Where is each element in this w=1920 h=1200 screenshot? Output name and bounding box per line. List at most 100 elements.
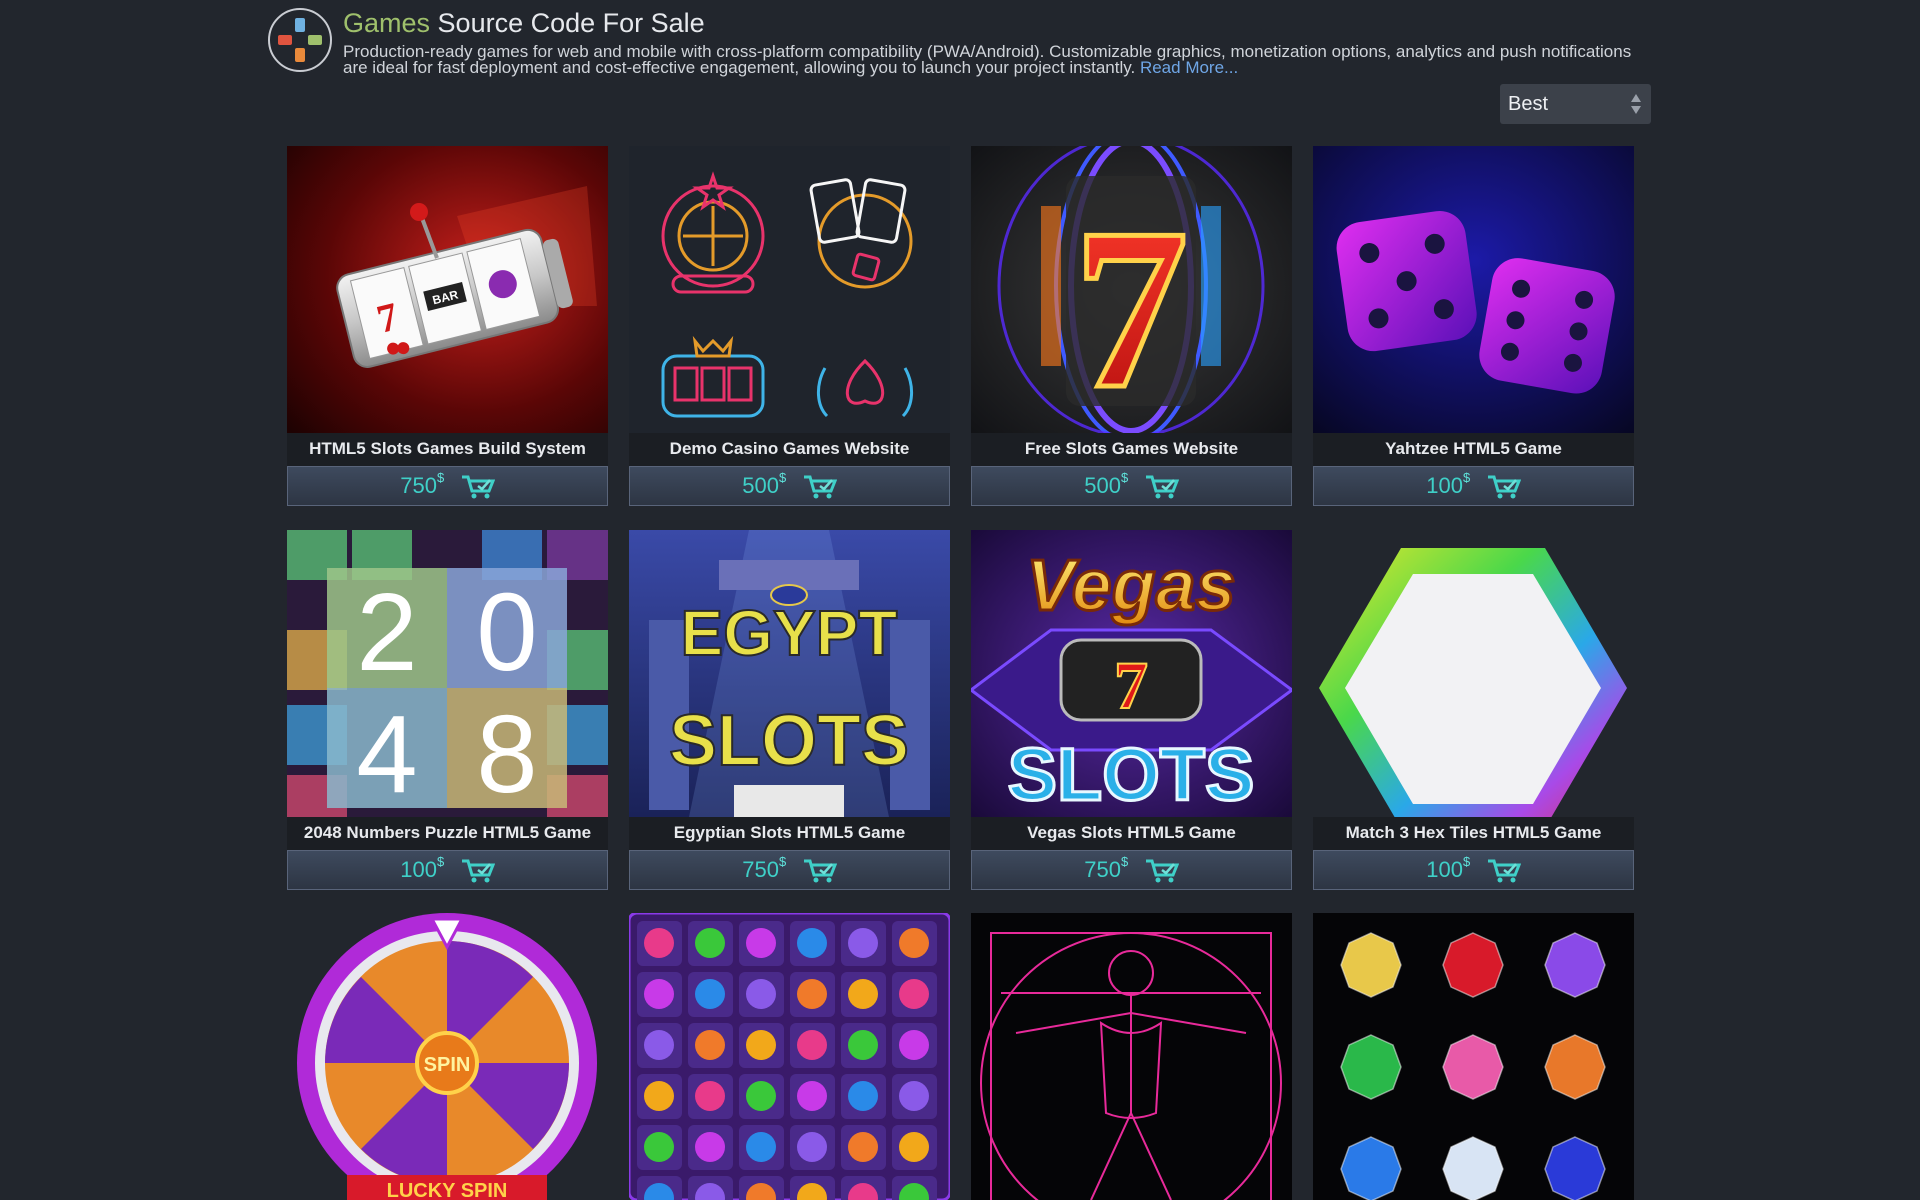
- candy-piece: [644, 1030, 674, 1060]
- vegas-slots-title: SLOTS: [1008, 733, 1255, 816]
- product-price: 750: [400, 473, 438, 498]
- page-title-rest: Source Code For Sale: [437, 8, 705, 38]
- read-more-link[interactable]: Read More...: [1140, 58, 1238, 77]
- candy-piece: [899, 979, 929, 1009]
- vegas-seven-symbol: 7: [1114, 647, 1148, 723]
- candy-piece: [695, 1081, 725, 1111]
- page-description: Production-ready games for web and mobil…: [343, 42, 1653, 77]
- cart-icon: [1145, 859, 1179, 883]
- vegas-title: Vegas: [1026, 546, 1235, 626]
- product-price: 500: [742, 473, 780, 498]
- product-thumbnail[interactable]: [971, 913, 1292, 1200]
- candy-piece: [899, 1030, 929, 1060]
- product-thumbnail[interactable]: 7 Vegas SLOTS: [971, 530, 1292, 817]
- tile-number: 2: [356, 571, 417, 694]
- candy-piece: [899, 1132, 929, 1162]
- sort-selected-value: Best: [1508, 93, 1549, 115]
- egypt-title-line2: SLOTS: [669, 701, 909, 781]
- product-thumbnail[interactable]: 2 0 4 8: [287, 530, 608, 817]
- currency-symbol: $: [437, 470, 445, 485]
- product-price: 500: [1084, 473, 1122, 498]
- description-text: Production-ready games for web and mobil…: [343, 42, 1632, 77]
- candy-piece: [848, 1132, 878, 1162]
- product-thumbnail[interactable]: [629, 146, 950, 433]
- lucky-seven-symbol: 7: [1074, 181, 1189, 433]
- sort-select[interactable]: Best: [1500, 84, 1651, 124]
- buy-button[interactable]: 750$: [971, 850, 1292, 890]
- buy-button[interactable]: 750$: [287, 466, 608, 506]
- product-title[interactable]: Egyptian Slots HTML5 Game: [629, 817, 950, 850]
- currency-symbol: $: [1121, 470, 1129, 485]
- gamepad-logo-icon: [278, 18, 322, 62]
- currency-symbol: $: [437, 854, 445, 869]
- product-title[interactable]: Yahtzee HTML5 Game: [1313, 433, 1634, 466]
- product-thumbnail[interactable]: [1313, 530, 1634, 817]
- product-title[interactable]: HTML5 Slots Games Build System: [287, 433, 608, 466]
- lucky-spin-title: LUCKY SPIN: [387, 1180, 508, 1200]
- candy-piece: [899, 1081, 929, 1111]
- candy-piece: [695, 979, 725, 1009]
- product-thumbnail[interactable]: [1313, 146, 1634, 433]
- product-title[interactable]: Free Slots Games Website: [971, 433, 1292, 466]
- product-title[interactable]: Vegas Slots HTML5 Game: [971, 817, 1292, 850]
- candy-piece: [848, 1030, 878, 1060]
- buy-button[interactable]: 500$: [629, 466, 950, 506]
- buy-button[interactable]: 500$: [971, 466, 1292, 506]
- cart-icon: [1487, 475, 1521, 499]
- page-title: Games Source Code For Sale: [343, 8, 705, 39]
- currency-symbol: $: [1463, 854, 1471, 869]
- product-thumbnail[interactable]: [629, 913, 950, 1200]
- tile-number: 4: [356, 693, 417, 816]
- candy-piece: [644, 979, 674, 1009]
- candy-piece: [746, 1081, 776, 1111]
- product-thumbnail[interactable]: [1313, 913, 1634, 1200]
- candy-piece: [746, 1132, 776, 1162]
- cart-icon: [1487, 859, 1521, 883]
- candy-piece: [797, 1030, 827, 1060]
- page-title-accent: Games: [343, 8, 431, 38]
- product-price: 750: [1084, 857, 1122, 882]
- sort-arrows-icon: [1631, 94, 1641, 114]
- buy-button[interactable]: 100$: [1313, 850, 1634, 890]
- product-thumbnail[interactable]: SPIN LUCKY SPIN: [287, 913, 608, 1200]
- currency-symbol: $: [1121, 854, 1129, 869]
- product-price: 100: [400, 857, 438, 882]
- candy-piece: [797, 1081, 827, 1111]
- product-thumbnail[interactable]: EGYPT SLOTS: [629, 530, 950, 817]
- cart-icon: [803, 475, 837, 499]
- product-thumbnail[interactable]: 7: [971, 146, 1292, 433]
- buy-button[interactable]: 100$: [1313, 466, 1634, 506]
- cart-icon: [803, 859, 837, 883]
- product-title[interactable]: Match 3 Hex Tiles HTML5 Game: [1313, 817, 1634, 850]
- buy-button[interactable]: 100$: [287, 850, 608, 890]
- currency-symbol: $: [779, 470, 787, 485]
- egypt-title-line1: EGYPT: [681, 597, 898, 669]
- product-title[interactable]: Demo Casino Games Website: [629, 433, 950, 466]
- candy-piece: [644, 1132, 674, 1162]
- cart-icon: [461, 475, 495, 499]
- product-price: 750: [742, 857, 780, 882]
- candy-piece: [644, 928, 674, 958]
- site-logo[interactable]: [268, 8, 332, 72]
- product-title[interactable]: 2048 Numbers Puzzle HTML5 Game: [287, 817, 608, 850]
- candy-piece: [644, 1081, 674, 1111]
- spin-button-label: SPIN: [424, 1054, 471, 1076]
- candy-piece: [797, 1132, 827, 1162]
- tile-number: 8: [476, 693, 537, 816]
- cart-icon: [1145, 475, 1179, 499]
- candy-piece: [695, 928, 725, 958]
- candy-piece: [848, 979, 878, 1009]
- candy-piece: [746, 979, 776, 1009]
- currency-symbol: $: [1463, 470, 1471, 485]
- candy-piece: [899, 928, 929, 958]
- tile-number: 0: [476, 571, 537, 694]
- buy-button[interactable]: 750$: [629, 850, 950, 890]
- candy-piece: [746, 1030, 776, 1060]
- cart-icon: [461, 859, 495, 883]
- candy-piece: [848, 928, 878, 958]
- candy-piece: [797, 928, 827, 958]
- candy-piece: [797, 979, 827, 1009]
- product-price: 100: [1426, 857, 1464, 882]
- candy-piece: [848, 1081, 878, 1111]
- product-thumbnail[interactable]: 7 BAR: [287, 146, 608, 433]
